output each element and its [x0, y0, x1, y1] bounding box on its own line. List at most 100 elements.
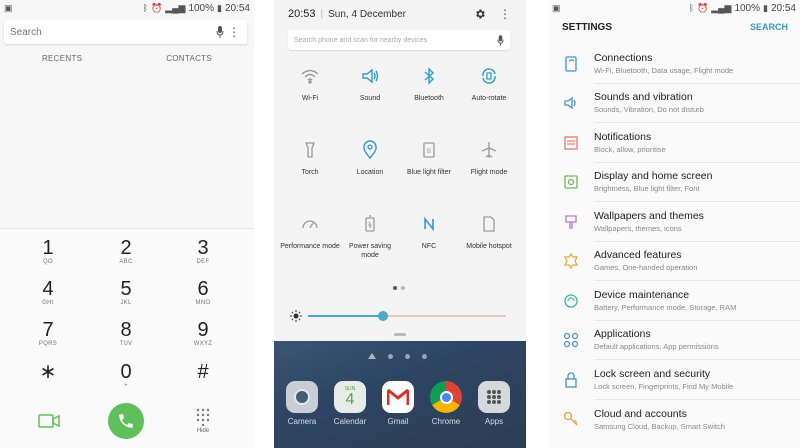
key-7[interactable]: 7 PQRS: [18, 320, 78, 347]
key-3[interactable]: 3 DEF: [173, 238, 233, 265]
key-4[interactable]: 4 GHI: [18, 279, 78, 306]
tab-recents[interactable]: RECENTS: [42, 54, 82, 63]
qp-search-bar[interactable]: Search phone and scan for nearby devices: [288, 30, 510, 50]
key-letters: DEF: [196, 259, 210, 265]
key-1[interactable]: 1 QO: [18, 238, 78, 265]
more-options-icon[interactable]: ⋮: [227, 26, 241, 38]
key-digit: ∗: [39, 361, 57, 383]
tile-label: Torch: [301, 169, 319, 176]
brightness-icon: [290, 310, 302, 322]
settings-item-title: Notifications: [594, 130, 652, 143]
bluetooth-status-icon: ᛒ: [142, 3, 148, 13]
settings-item-lock[interactable]: Lock screen and security Lock screen, Fin…: [548, 360, 800, 400]
tile-nfc[interactable]: NFC: [399, 214, 459, 251]
app-chrome[interactable]: Chrome: [426, 381, 466, 426]
brightness-slider[interactable]: [290, 310, 510, 322]
key-9[interactable]: 9 WXYZ: [173, 320, 233, 347]
settings-item-text: Lock screen and security Lock screen, Fin…: [594, 360, 800, 400]
bluetooth-icon: [419, 66, 439, 86]
key-digit: 2: [120, 237, 132, 259]
key-letters: GHI: [42, 300, 54, 306]
key-2[interactable]: 2 ABC: [96, 238, 156, 265]
settings-item-wallpaper[interactable]: Wallpapers and themes Wallpapers, themes,…: [548, 202, 800, 242]
key-11[interactable]: 0 +: [96, 362, 156, 389]
slider-thumb[interactable]: [378, 311, 388, 321]
settings-item-title: Wallpapers and themes: [594, 209, 704, 222]
connections-icon: [548, 55, 594, 73]
tile-power-saving[interactable]: Power saving mode: [340, 214, 400, 260]
key-digit: 5: [120, 278, 132, 300]
key-6[interactable]: 6 MNO: [173, 279, 233, 306]
settings-item-subtitle: Sounds, Vibration, Do not disturb: [594, 105, 704, 115]
app-camera[interactable]: Camera: [282, 381, 322, 426]
tile-auto-rotate[interactable]: Auto-rotate: [459, 66, 519, 103]
home-screen-preview: Camera SUN 4 Calendar Gmail Chrome Apps: [274, 341, 526, 448]
mic-icon[interactable]: [497, 34, 504, 46]
settings-item-title: Applications: [594, 328, 651, 341]
performance-icon: [300, 214, 320, 234]
tile-location[interactable]: Location: [340, 140, 400, 177]
settings-item-text: Connections Wi-Fi, Bluetooth, Data usage,…: [594, 44, 800, 84]
call-button[interactable]: [108, 403, 144, 439]
settings-item-subtitle: Block, allow, prioritise: [594, 144, 666, 154]
key-letters: QO: [43, 259, 53, 265]
gallery-notification-icon: ▣: [4, 2, 13, 13]
tile-blue-light[interactable]: B Blue light filter: [399, 140, 459, 177]
settings-item-maintenance[interactable]: Device maintenance Battery, Performance m…: [548, 281, 800, 321]
settings-item-connections[interactable]: Connections Wi-Fi, Bluetooth, Data usage,…: [548, 44, 800, 84]
key-letters: ABC: [119, 259, 133, 265]
mic-icon[interactable]: [213, 24, 227, 40]
app-gmail[interactable]: Gmail: [378, 381, 418, 426]
tile-label: Mobile hotspot: [466, 243, 512, 250]
hide-keypad-button[interactable]: Hide: [191, 408, 215, 434]
settings-item-sound[interactable]: Sounds and vibration Sounds, Vibration, D…: [548, 84, 800, 123]
key-digit: 0: [120, 361, 132, 383]
battery-level: 100%: [188, 2, 215, 14]
tile-label: Wi-Fi: [301, 95, 319, 102]
qp-date: Sun, 4 December: [328, 8, 406, 20]
tile-torch[interactable]: Torch: [280, 140, 340, 177]
settings-item-subtitle: Games, One-handed operation: [594, 263, 698, 273]
key-8[interactable]: 8 TUV: [96, 320, 156, 347]
settings-item-notifications[interactable]: Notifications Block, allow, prioritise: [548, 123, 800, 163]
gear-icon[interactable]: [474, 8, 486, 20]
tile-wifi[interactable]: Wi-Fi: [280, 66, 340, 103]
key-10[interactable]: ∗: [18, 362, 78, 383]
search-input[interactable]: [10, 26, 213, 38]
key-12[interactable]: #: [173, 362, 233, 383]
tab-contacts[interactable]: CONTACTS: [166, 54, 212, 63]
tile-label: Bluetooth: [414, 95, 444, 102]
settings-item-text: Advanced features Games, One-handed opera…: [594, 242, 800, 281]
tile-sound[interactable]: Sound: [340, 66, 400, 103]
settings-item-advanced[interactable]: Advanced features Games, One-handed opera…: [548, 242, 800, 281]
settings-item-text: Wallpapers and themes Wallpapers, themes,…: [594, 202, 800, 242]
key-letters: PQRS: [38, 341, 58, 347]
settings-item-text: Applications Default applications, App pe…: [594, 321, 800, 360]
search-button[interactable]: SEARCH: [750, 22, 788, 33]
tile-flight[interactable]: Flight mode: [459, 140, 519, 177]
tile-hotspot[interactable]: Mobile hotspot: [459, 214, 519, 251]
video-call-icon[interactable]: [38, 414, 60, 433]
tile-label: Power saving mode: [348, 243, 392, 259]
dialer-search-bar[interactable]: ⋮: [4, 20, 247, 44]
app-calendar[interactable]: SUN 4 Calendar: [330, 381, 370, 426]
applications-icon: [548, 331, 594, 349]
maintenance-icon: [548, 292, 594, 310]
key-letters: +: [124, 383, 128, 389]
settings-item-key[interactable]: Cloud and accounts Samsung Cloud, Backup,…: [548, 400, 800, 440]
key-letters: WXYZ: [193, 341, 213, 347]
more-options-icon[interactable]: ⋮: [498, 8, 512, 20]
app-apps[interactable]: Apps: [474, 381, 514, 426]
settings-item-display[interactable]: Display and home screen Brightness, Blue …: [548, 163, 800, 202]
key-letters: JKL: [120, 300, 132, 306]
settings-item-subtitle: Samsung Cloud, Backup, Smart Switch: [594, 421, 725, 431]
settings-item-applications[interactable]: Applications Default applications, App pe…: [548, 321, 800, 360]
blue-light-icon: B: [419, 140, 439, 160]
key-digit: 7: [42, 319, 54, 341]
key-5[interactable]: 5 JKL: [96, 279, 156, 306]
key-digit: 6: [197, 278, 209, 300]
drag-handle[interactable]: [394, 333, 406, 336]
dialer-tabs: RECENTS CONTACTS: [0, 54, 254, 63]
tile-performance[interactable]: Performance mode: [280, 214, 340, 251]
tile-bluetooth[interactable]: Bluetooth: [399, 66, 459, 103]
